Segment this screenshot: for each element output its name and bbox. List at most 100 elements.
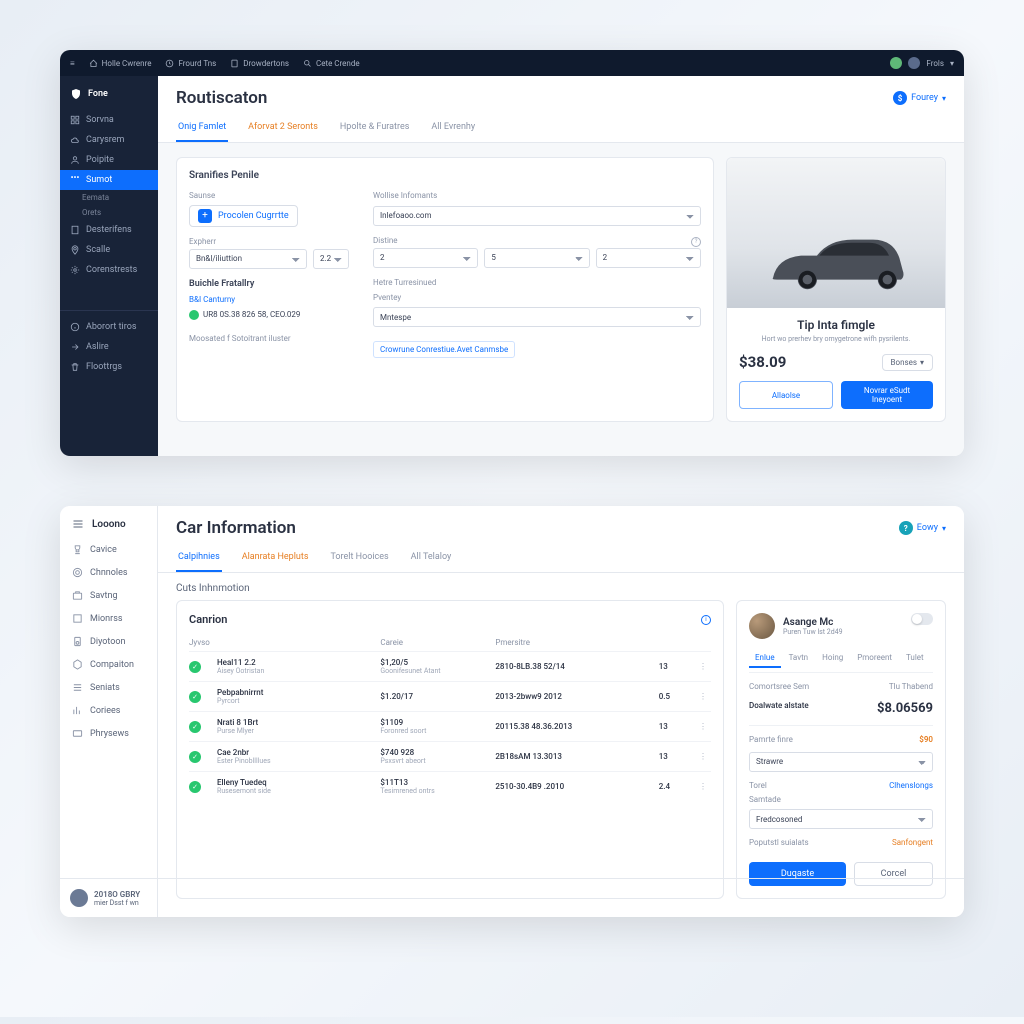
- lnav-1[interactable]: Chnnoles: [60, 561, 157, 584]
- tab-2[interactable]: Aforvat 2 Seronts: [246, 116, 320, 142]
- history-link[interactable]: B&I Canturny: [189, 295, 349, 304]
- more-icon[interactable]: ⋮: [695, 782, 711, 791]
- profile-select-2[interactable]: Fredcosoned: [749, 809, 933, 829]
- nav-foot-3[interactable]: Floottrgs: [60, 357, 158, 377]
- inline-link[interactable]: Crowrune Conrestiue.Avet Canmsbe: [373, 341, 515, 358]
- topbar-left: ≡ Holle Cwrenre Frourd Tns Drowdertons C…: [70, 59, 360, 68]
- status-avatar[interactable]: [890, 57, 902, 69]
- ptab-0[interactable]: Enlue: [749, 649, 781, 668]
- lnav-6[interactable]: Seniats: [60, 676, 157, 699]
- topbar-item-3[interactable]: Cete Crende: [303, 59, 360, 68]
- link-2[interactable]: Sanfongent: [892, 838, 933, 847]
- more-icon[interactable]: ⋮: [695, 752, 711, 761]
- sidebar-bottom: Aborort tiros Aslire Floottrgs: [60, 310, 158, 377]
- topbar-right: Frols ▾: [890, 57, 954, 69]
- tab2-3[interactable]: Torelt Hooices: [328, 546, 390, 572]
- topbar-item-1[interactable]: Frourd Tns: [165, 59, 216, 68]
- tab2-4[interactable]: All Telaloy: [409, 546, 454, 572]
- ptab-1[interactable]: Tavtn: [783, 649, 815, 668]
- chevron-down-icon[interactable]: ▾: [950, 59, 954, 68]
- ptab-4[interactable]: Tulet: [900, 649, 930, 668]
- doc-icon: [230, 59, 239, 68]
- destiny-label: Distine: [373, 236, 398, 245]
- priority-select[interactable]: Mntespe: [373, 307, 701, 327]
- brand[interactable]: Looono: [60, 510, 157, 538]
- table-row[interactable]: ✓Elleny TuedeqRusesemont side$11T13Tesim…: [189, 771, 711, 801]
- more-icon[interactable]: ⋮: [695, 662, 711, 671]
- app-window-bottom: Looono Cavice Chnnoles Savtng Mionrss Di…: [60, 506, 964, 917]
- user-icon: [70, 155, 80, 165]
- table-row[interactable]: ✓Nrati 8 1BrtPurse Mlyer$1109Foronred so…: [189, 711, 711, 741]
- ptab-3[interactable]: Pmoreent: [851, 649, 898, 668]
- nav-scalle[interactable]: Scalle: [60, 240, 158, 260]
- vehicle-image: [727, 158, 945, 308]
- grid-icon: [70, 115, 80, 125]
- source-button[interactable]: +Procolen Cugrrtte: [189, 205, 298, 227]
- gear-icon: [70, 265, 80, 275]
- footer-text: Moosated f Sotoitrant iluster: [189, 334, 349, 343]
- tab2-2[interactable]: Alanrata Hepluts: [240, 546, 311, 572]
- nav-corenstrests[interactable]: Corenstrests: [60, 260, 158, 280]
- nav-carysrem[interactable]: Carysrem: [60, 130, 158, 150]
- tab2-1[interactable]: Calpihnies: [176, 546, 222, 572]
- more-icon[interactable]: ⋮: [695, 692, 711, 701]
- action-button-2[interactable]: Novrar eSudt Ineyoent: [841, 381, 933, 409]
- clock-icon: [165, 59, 174, 68]
- header-action-2[interactable]: ?Eowy▾: [899, 521, 946, 535]
- hamburger-menu[interactable]: ≡: [70, 59, 75, 68]
- user-footer[interactable]: 2018O GBRYmier Dsst f wn: [60, 878, 964, 917]
- topbar-label: Frourd Tns: [178, 59, 216, 68]
- website-select[interactable]: Inlefoaoo.com: [373, 206, 701, 226]
- tab-3[interactable]: Hpolte & Furatres: [338, 116, 412, 142]
- num-select-3[interactable]: 5: [484, 248, 589, 268]
- logo-text: Fone: [88, 89, 108, 99]
- nav-desterifens[interactable]: Desterifens: [60, 220, 158, 240]
- table-row[interactable]: ✓PebpabnirrntPyrcort$1.20/172013-2bww9 2…: [189, 681, 711, 711]
- topbar-item-2[interactable]: Drowdertons: [230, 59, 289, 68]
- header-action[interactable]: $Fourey▾: [893, 91, 946, 105]
- nav-sub-1[interactable]: Eemata: [60, 190, 158, 205]
- action-button-1[interactable]: Allaolse: [739, 381, 833, 409]
- lnav-8[interactable]: Phrysews: [60, 722, 157, 745]
- more-icon[interactable]: ⋮: [695, 722, 711, 731]
- num-select-2[interactable]: 2: [373, 248, 478, 268]
- options-button[interactable]: Bonses▾: [882, 354, 933, 371]
- nav-foot-1[interactable]: Aborort tiros: [60, 317, 158, 337]
- logo[interactable]: Fone: [60, 82, 158, 110]
- nav-foot-2[interactable]: Aslire: [60, 337, 158, 357]
- lnav-0[interactable]: Cavice: [60, 538, 157, 561]
- user-avatar[interactable]: [908, 57, 920, 69]
- num-select-1[interactable]: 2.2: [313, 249, 349, 269]
- depart-select[interactable]: Bn&l/iliuttion: [189, 249, 307, 269]
- nav-sub-2[interactable]: Orets: [60, 205, 158, 220]
- check-icon: ✓: [189, 721, 201, 733]
- lnav-7[interactable]: Coriees: [60, 699, 157, 722]
- table-row[interactable]: ✓Heal11 2.2Aisey Ootristan$1,20/5Goonife…: [189, 651, 711, 681]
- table-header: Jyvso Careie Pmersitre: [189, 634, 711, 651]
- depart-label: Expherr: [189, 237, 349, 246]
- ptab-2[interactable]: Hoing: [816, 649, 849, 668]
- user-name: Frols: [926, 59, 944, 68]
- page-title: Routiscaton: [176, 88, 267, 108]
- nav-active[interactable]: Sumot: [60, 170, 158, 190]
- shield-icon: [70, 88, 82, 100]
- lnav-5[interactable]: Compaiton: [60, 653, 157, 676]
- nav-sorvna[interactable]: Sorvna: [60, 110, 158, 130]
- lnav-3[interactable]: Mionrss: [60, 607, 157, 630]
- table-row[interactable]: ✓Cae 2nbrEster Pinobllllues$740 928Psxsv…: [189, 741, 711, 771]
- link-1[interactable]: Clhenslongs: [889, 781, 933, 790]
- num-select-4[interactable]: 2: [596, 248, 701, 268]
- lnav-2[interactable]: Savtng: [60, 584, 157, 607]
- info-icon[interactable]: i: [701, 615, 711, 625]
- tab-4[interactable]: All Evrenhy: [429, 116, 477, 142]
- ok-icon: [189, 310, 199, 320]
- topbar-item-home[interactable]: Holle Cwrenre: [89, 59, 152, 68]
- profile-card: Asange Mc Puren Tuw lst 2d49 Enlue Tavtn…: [736, 600, 946, 899]
- profile-toggle[interactable]: [911, 613, 933, 625]
- nav-poipite[interactable]: Poipite: [60, 150, 158, 170]
- lnav-4[interactable]: Diyotoon: [60, 630, 157, 653]
- profile-select-1[interactable]: Strawre: [749, 752, 933, 772]
- tab-1[interactable]: Onig Famlet: [176, 116, 228, 142]
- chevron-down-icon: ▾: [942, 94, 946, 103]
- help-icon[interactable]: ?: [691, 237, 701, 247]
